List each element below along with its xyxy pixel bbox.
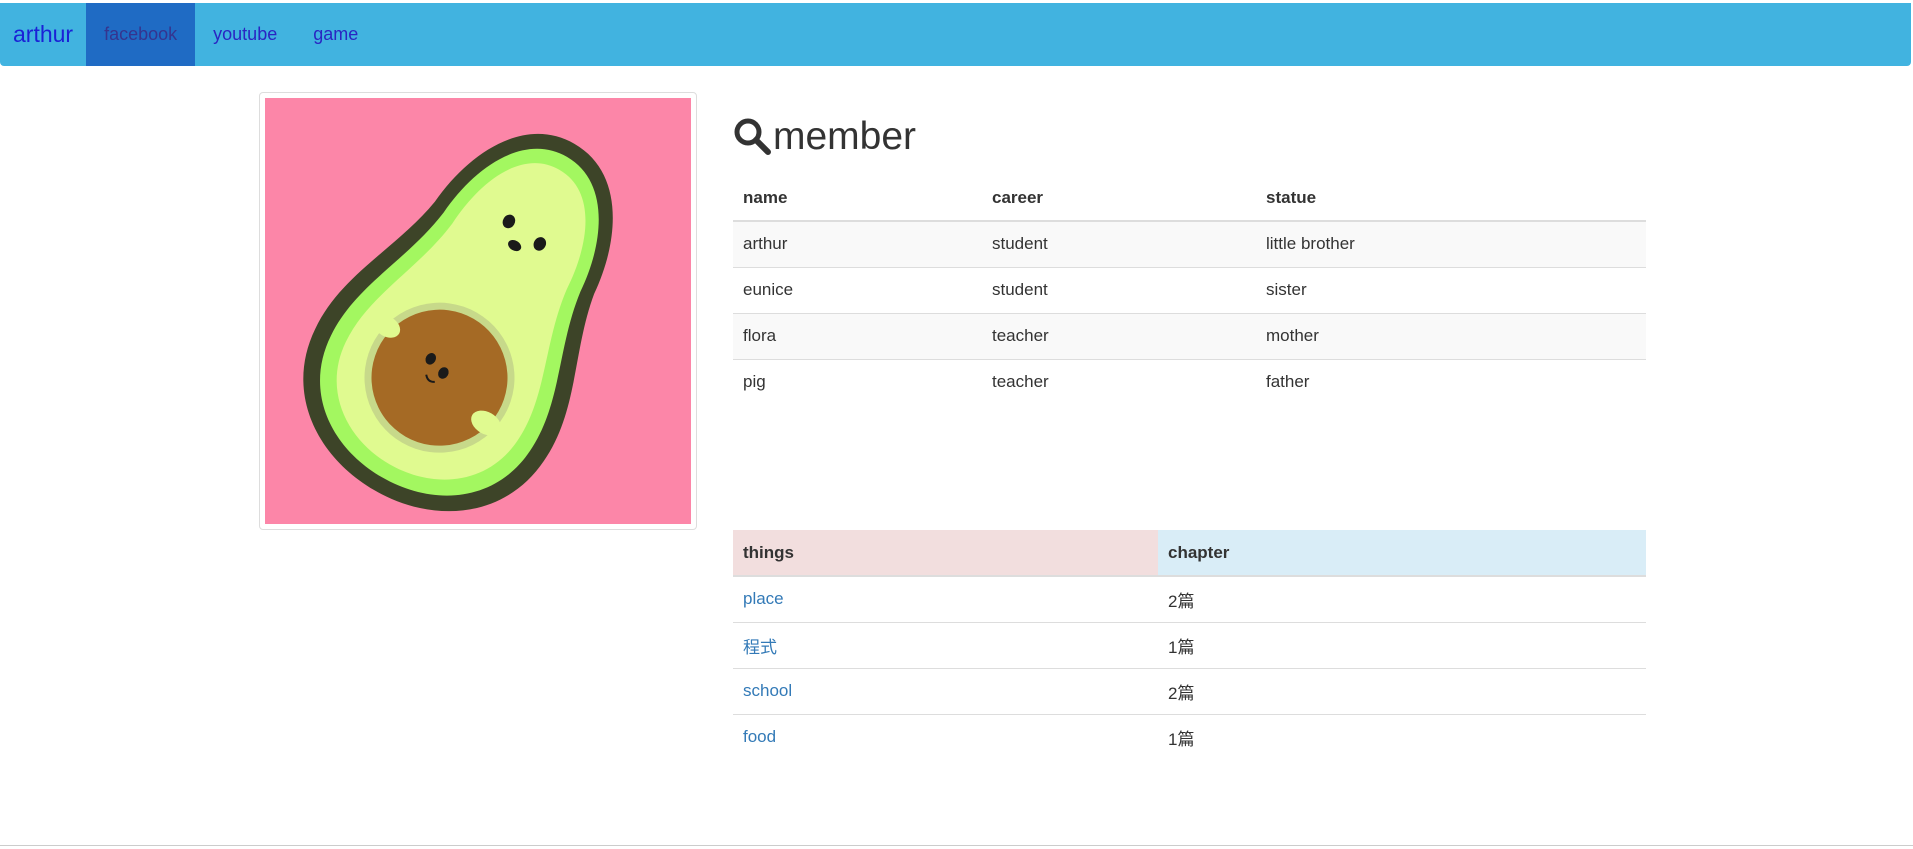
table-row: place 2篇 [733,575,1646,622]
nav-item-youtube[interactable]: youtube [195,3,295,66]
cell-thing: place [733,575,1158,622]
cell-statue: little brother [1256,220,1646,267]
avocado-illustration [265,98,691,524]
nav-item-facebook[interactable]: facebook [86,3,196,66]
search-icon [734,118,771,155]
cell-chapter: 2篇 [1158,667,1646,714]
cell-thing: 程式 [733,621,1158,668]
cell-career: teacher [982,312,1256,359]
cell-statue: father [1256,358,1646,405]
cell-thing: food [733,713,1158,760]
table-row: food 1篇 [733,713,1646,760]
table-row: pig teacher father [733,358,1646,405]
cell-career: teacher [982,358,1256,405]
link-food[interactable]: food [743,727,776,746]
link-program[interactable]: 程式 [743,638,777,657]
nav-item-game[interactable]: game [295,3,376,66]
column-header-statue: statue [1256,175,1646,222]
table-row: 程式 1篇 [733,621,1646,668]
page-divider [0,845,1913,846]
navbar-brand[interactable]: arthur [0,3,86,66]
avocado-image [259,92,697,530]
page-title: member [773,115,917,158]
column-header-chapter: chapter [1158,530,1646,577]
table-header-row: name career statue [733,175,1646,222]
cell-chapter: 1篇 [1158,713,1646,760]
column-header-name: name [733,175,982,222]
cell-name: flora [733,312,982,359]
cell-career: student [982,220,1256,267]
cell-thing: school [733,667,1158,714]
link-school[interactable]: school [743,681,792,700]
table-header-row: things chapter [733,530,1646,577]
things-table: things chapter place 2篇 程式 1篇 school 2篇 … [733,530,1646,760]
cell-chapter: 1篇 [1158,621,1646,668]
cell-career: student [982,266,1256,313]
column-header-things: things [733,530,1158,577]
cell-chapter: 2篇 [1158,575,1646,622]
column-header-career: career [982,175,1256,222]
cell-name: eunice [733,266,982,313]
cell-statue: sister [1256,266,1646,313]
link-place[interactable]: place [743,589,784,608]
navbar: arthur facebook youtube game [0,3,1911,66]
member-table: name career statue arthur student little… [733,175,1646,405]
page-heading: member [733,112,916,162]
cell-statue: mother [1256,312,1646,359]
table-row: eunice student sister [733,266,1646,313]
cell-name: pig [733,358,982,405]
table-row: school 2篇 [733,667,1646,714]
table-row: flora teacher mother [733,312,1646,359]
table-row: arthur student little brother [733,220,1646,267]
cell-name: arthur [733,220,982,267]
